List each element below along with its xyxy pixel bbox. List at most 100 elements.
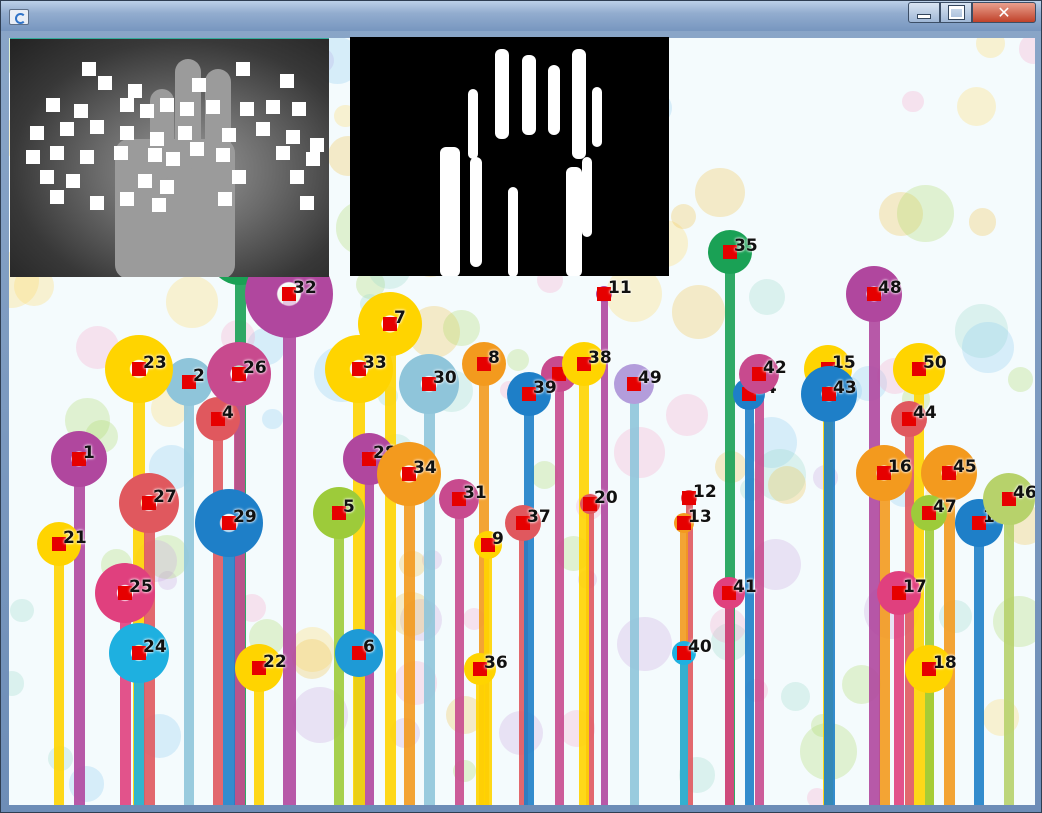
motion-block	[80, 150, 94, 164]
maximize-button[interactable]	[940, 2, 972, 23]
background-flower	[695, 167, 745, 218]
motion-block	[90, 196, 104, 210]
flower-number: 47	[933, 497, 957, 517]
flower-number: 27	[153, 487, 177, 507]
flower-number: 44	[913, 403, 937, 423]
flower-stem	[724, 593, 734, 805]
motion-block	[292, 102, 306, 116]
mask-blob	[522, 55, 536, 135]
motion-block	[286, 130, 300, 144]
motion-block	[276, 146, 290, 160]
flower-number: 29	[233, 507, 257, 527]
flower-number: 33	[363, 353, 387, 373]
flower-number: 41	[733, 577, 757, 597]
maximize-icon	[948, 6, 964, 19]
flower-stem	[454, 499, 464, 805]
app-icon[interactable]	[9, 9, 29, 25]
mask-blob	[440, 147, 460, 276]
flower-number: 4	[222, 403, 234, 423]
flower-stem	[868, 294, 880, 805]
flower-number: 24	[143, 637, 167, 657]
flower-number: 13	[688, 507, 712, 527]
flower-stem	[1004, 499, 1014, 805]
motion-block	[306, 152, 320, 166]
background-flower	[1007, 367, 1033, 393]
motion-block	[190, 142, 204, 156]
flower-number: 7	[394, 308, 406, 328]
motion-block	[40, 170, 54, 184]
background-flower	[768, 465, 807, 505]
background-flower	[9, 671, 25, 696]
motion-block	[216, 148, 230, 162]
motion-block	[50, 146, 64, 160]
motion-block	[98, 76, 112, 90]
motion-block	[46, 98, 60, 112]
background-flower	[666, 394, 708, 436]
motion-block	[206, 100, 220, 114]
close-button[interactable]: ✕	[972, 2, 1036, 23]
flower-number: 36	[484, 653, 508, 673]
flower-stem	[554, 374, 564, 805]
background-flower	[10, 598, 34, 623]
flower-stem	[233, 374, 245, 805]
motion-block	[160, 98, 174, 112]
flower-stem	[943, 473, 955, 805]
background-flower	[613, 427, 665, 478]
flower-stem	[54, 544, 64, 805]
motion-block	[192, 78, 206, 92]
webcam-preview	[10, 38, 329, 277]
motion-block	[180, 102, 194, 116]
flower-number: 23	[143, 353, 167, 373]
flower-stem	[282, 294, 296, 805]
background-flower	[166, 276, 218, 328]
mask-blob	[508, 187, 518, 276]
background-flower	[902, 91, 924, 113]
flower-number: 32	[293, 278, 317, 298]
title-bar[interactable]: ✕	[1, 1, 1041, 31]
background-flower	[507, 348, 530, 371]
mask-blob	[548, 65, 560, 135]
flower-number: 2	[193, 366, 205, 386]
background-flower	[262, 408, 283, 430]
flower-number: 40	[688, 637, 712, 657]
motion-block	[236, 62, 250, 76]
mask-blob	[470, 157, 482, 267]
flower-stem	[384, 324, 396, 805]
background-flower	[993, 595, 1035, 647]
flower-number: 20	[594, 488, 618, 508]
motion-block	[26, 150, 40, 164]
flower-stem	[579, 364, 589, 805]
flower-stem	[894, 593, 904, 805]
flower-number: 39	[533, 378, 557, 398]
mask-blob	[468, 89, 478, 159]
flower-number: 5	[343, 497, 355, 517]
flower-number: 31	[463, 483, 487, 503]
background-flower	[961, 321, 1014, 374]
background-flower	[616, 616, 672, 672]
motion-block	[138, 174, 152, 188]
motion-block	[222, 128, 236, 142]
flower-number: 43	[833, 378, 857, 398]
background-flower	[957, 86, 997, 127]
flower-number: 25	[129, 577, 153, 597]
app-window: ✕ 12345678910111213141516171819202122232…	[0, 0, 1042, 813]
mask-blob	[495, 49, 509, 139]
flower-number: 48	[878, 278, 902, 298]
flower-number: 50	[923, 353, 947, 373]
motion-block	[280, 74, 294, 88]
motion-block	[178, 126, 192, 140]
flower-stem	[823, 394, 835, 805]
mask-blob	[566, 167, 582, 276]
background-flower	[1018, 38, 1035, 64]
motion-block	[232, 170, 246, 184]
flower-number: 49	[638, 368, 662, 388]
motion-block	[74, 104, 88, 118]
flower-stem	[878, 473, 890, 805]
flower-number: 34	[413, 458, 437, 478]
minimize-button[interactable]	[908, 2, 940, 23]
motion-block	[120, 192, 134, 206]
background-flower	[749, 279, 786, 316]
flower-number: 42	[763, 358, 787, 378]
flower-stem	[73, 459, 85, 805]
motion-block	[120, 98, 134, 112]
